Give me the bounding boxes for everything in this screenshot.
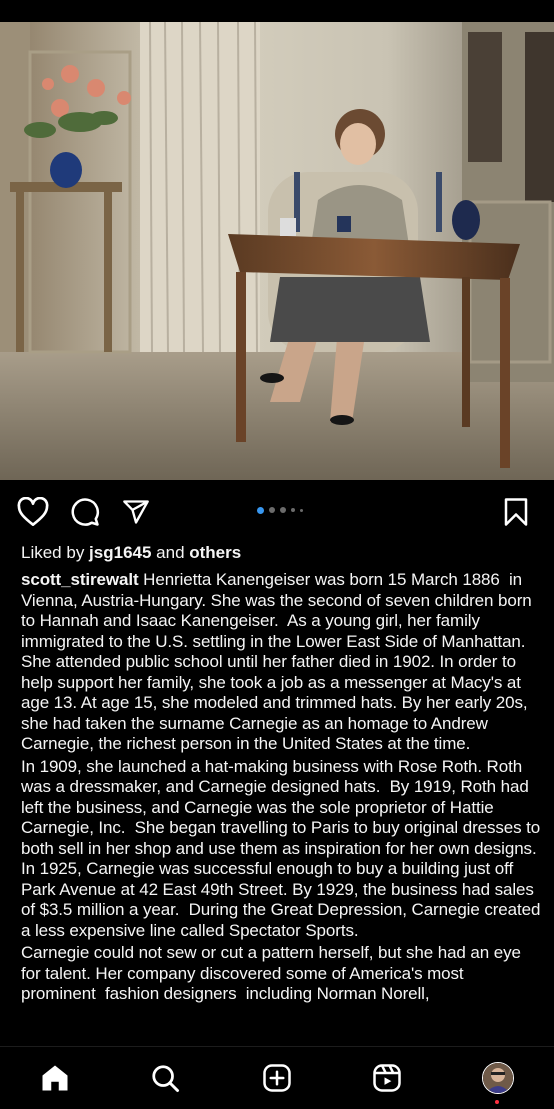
- liked-by-username[interactable]: jsg1645: [89, 543, 151, 562]
- heart-icon: [17, 497, 49, 526]
- caption-text: Henrietta Kanengeiser was born 15 March …: [21, 570, 537, 753]
- share-icon: [123, 500, 149, 524]
- bookmark-icon: [504, 498, 528, 526]
- post-action-bar: [0, 490, 554, 534]
- caption-paragraph: scott_stirewalt Henrietta Kanengeiser wa…: [21, 570, 541, 755]
- like-button[interactable]: [16, 495, 50, 529]
- comment-button[interactable]: [68, 495, 102, 529]
- profile-avatar[interactable]: [482, 1062, 514, 1094]
- caption-author-username[interactable]: scott_stirewalt: [21, 570, 139, 589]
- save-button[interactable]: [499, 495, 533, 529]
- carousel-dot: [300, 508, 303, 512]
- carousel-dot: [291, 508, 295, 512]
- likes-middle: and: [151, 543, 190, 562]
- carousel-indicator: [257, 506, 303, 514]
- reels-icon: [373, 1064, 401, 1092]
- nav-reels[interactable]: [369, 1061, 405, 1095]
- post-caption: scott_stirewalt Henrietta Kanengeiser wa…: [21, 570, 541, 1046]
- likes-line: Liked by jsg1645 and others: [21, 543, 241, 563]
- carousel-dot-active: [257, 506, 264, 514]
- post-photo[interactable]: [0, 22, 554, 480]
- home-icon: [42, 1065, 68, 1091]
- nav-home[interactable]: [37, 1061, 73, 1095]
- share-button[interactable]: [119, 495, 153, 529]
- search-icon: [152, 1065, 179, 1092]
- carousel-dot: [269, 507, 275, 513]
- caption-paragraph: In 1909, she launched a hat-making busin…: [21, 756, 541, 940]
- nav-create[interactable]: [259, 1061, 295, 1095]
- notification-dot: [495, 1100, 499, 1104]
- likes-prefix: Liked by: [21, 543, 90, 562]
- liked-by-others-link[interactable]: others: [189, 543, 241, 562]
- nav-search[interactable]: [147, 1061, 183, 1095]
- caption-paragraph: Carnegie could not sew or cut a pattern …: [21, 943, 526, 1003]
- status-bar: [0, 0, 554, 22]
- create-icon: [263, 1064, 291, 1092]
- carousel-dot: [280, 507, 286, 513]
- comment-icon: [71, 498, 99, 526]
- avatar-image: [483, 1063, 513, 1093]
- post-photo-image: [0, 22, 554, 480]
- bottom-navigation: [0, 1046, 554, 1109]
